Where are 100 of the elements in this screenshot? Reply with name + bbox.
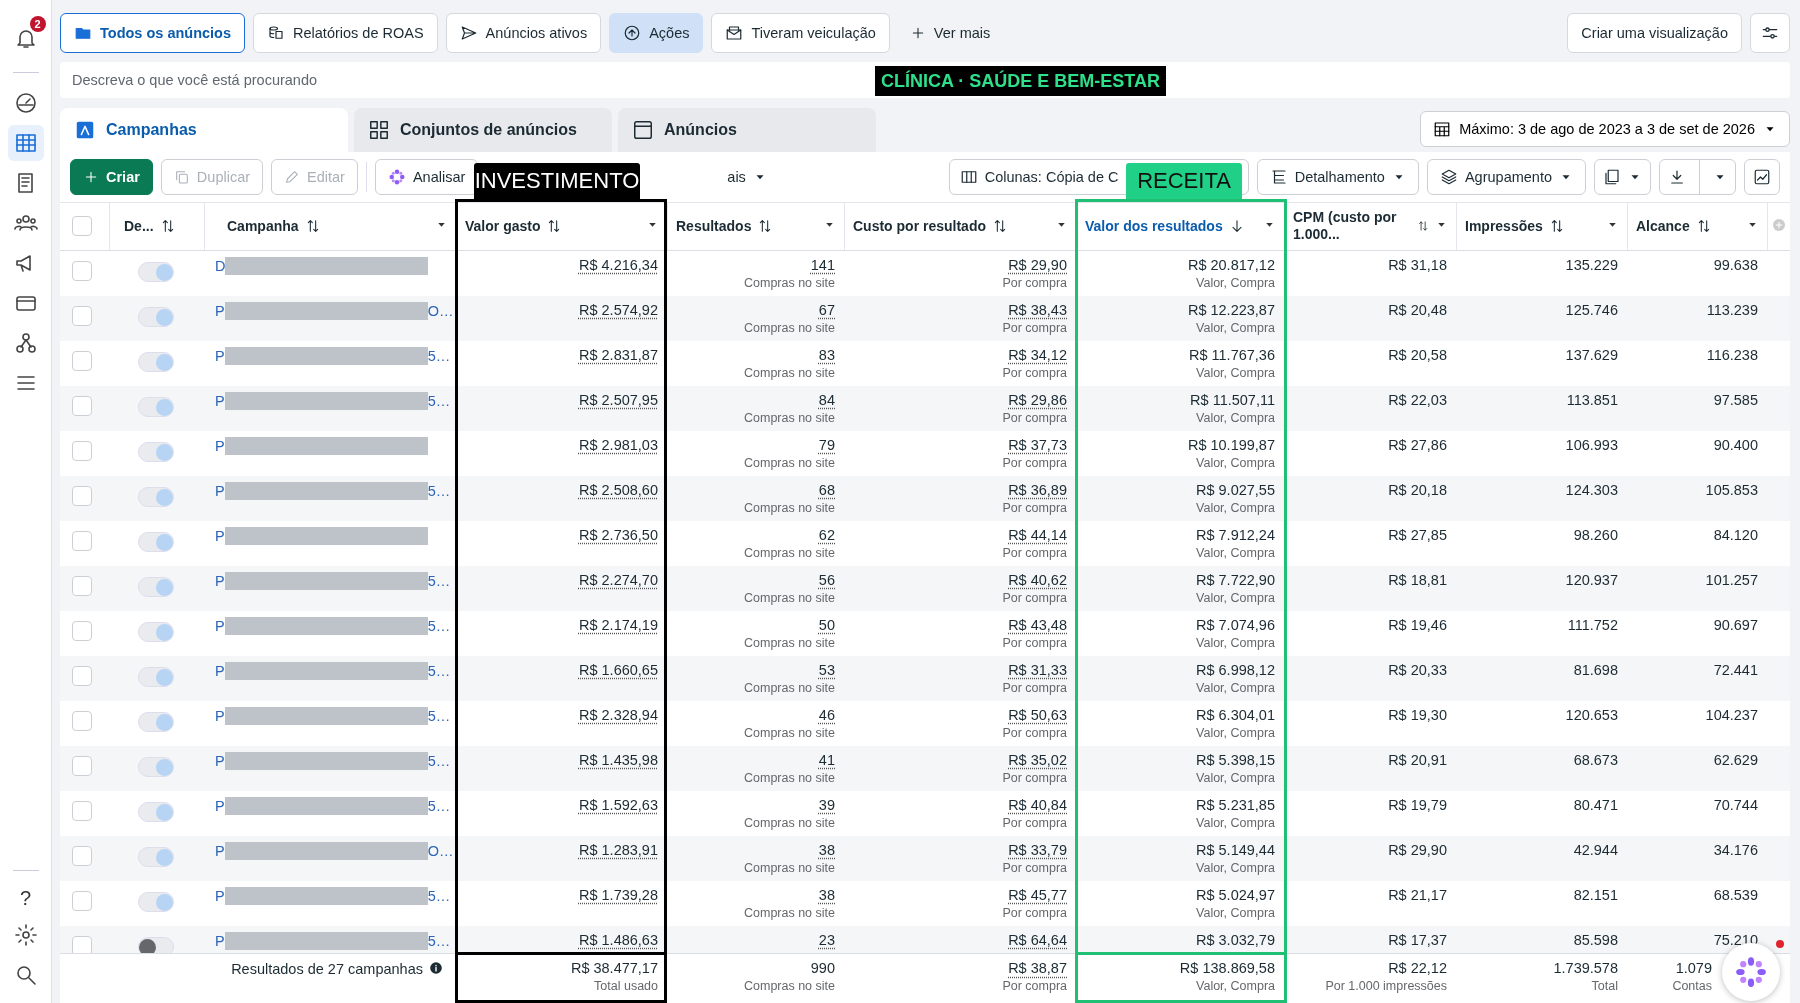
reach-count: 72.441	[1713, 660, 1758, 680]
campaign-link[interactable]: P	[215, 347, 225, 364]
view-tab[interactable]: Todos os anúncios	[60, 13, 246, 53]
results-value: R$ 6.304,01	[1196, 705, 1275, 725]
delivery-toggle[interactable]	[138, 306, 174, 327]
delivery-toggle[interactable]	[138, 756, 174, 777]
table-icon[interactable]	[13, 131, 38, 155]
amount-spent: R$ 1.435,98	[579, 750, 658, 770]
amount-spent: R$ 2.981,03	[579, 435, 658, 455]
add-column-icon[interactable]	[1771, 217, 1787, 233]
delivery-toggle[interactable]	[138, 531, 174, 552]
reach-count: 113.239	[1706, 300, 1758, 320]
amount-spent: R$ 2.507,95	[579, 390, 658, 410]
flower-icon	[387, 168, 406, 186]
impressions-count: 113.851	[1566, 390, 1618, 410]
select-all-checkbox[interactable]	[72, 216, 92, 237]
column-header[interactable]: Campanha	[205, 203, 457, 250]
create-view-button[interactable]: Criar uma visualização	[1567, 13, 1742, 53]
campaign-link[interactable]: D	[215, 257, 226, 274]
delivery-toggle[interactable]	[138, 396, 174, 417]
view-tab[interactable]: Relatórios de ROAS	[253, 13, 438, 53]
level-tab[interactable]: Anúncios	[618, 108, 876, 152]
campaign-link[interactable]: P	[215, 482, 225, 499]
delivery-toggle[interactable]	[138, 936, 174, 954]
amount-spent: R$ 2.736,50	[579, 525, 658, 545]
cost-per-result: R$ 40,84	[1008, 795, 1067, 815]
chart-button[interactable]	[1744, 159, 1780, 195]
breakdown-button[interactable]: Detalhamento	[1256, 159, 1419, 195]
delivery-toggle[interactable]	[138, 261, 174, 282]
pencil-icon	[284, 169, 301, 185]
campaign-link[interactable]: P	[215, 662, 225, 679]
results-count: 50	[818, 615, 835, 635]
row-checkbox[interactable]	[72, 575, 92, 596]
delivery-toggle[interactable]	[138, 441, 174, 462]
row-checkbox[interactable]	[72, 755, 92, 776]
date-range-button[interactable]: Máximo: 3 de ago de 2023 a 3 de set de 2026	[1420, 111, 1790, 147]
column-header[interactable]: Alcance	[1628, 203, 1768, 250]
column-header[interactable]: CPM (custo por 1.000...	[1285, 203, 1457, 250]
campaign-link[interactable]: P	[215, 842, 225, 859]
campaign-link[interactable]: P	[215, 392, 225, 409]
alert-dot	[1776, 940, 1784, 948]
row-checkbox[interactable]	[72, 260, 92, 281]
row-checkbox[interactable]	[72, 665, 92, 686]
delivery-toggle[interactable]	[138, 711, 174, 732]
row-checkbox[interactable]	[72, 530, 92, 551]
export-button[interactable]	[1659, 159, 1736, 195]
delivery-toggle[interactable]	[138, 891, 174, 912]
campaign-link[interactable]: P	[215, 887, 225, 904]
campaign-link[interactable]: P	[215, 932, 225, 949]
network-icon[interactable]	[13, 331, 38, 355]
level-tab[interactable]: Campanhas	[60, 108, 348, 152]
view-tab[interactable]: Ações	[609, 13, 704, 53]
row-checkbox[interactable]	[72, 485, 92, 506]
column-header[interactable]: De...	[110, 203, 205, 250]
cost-note: Por compra	[1002, 364, 1067, 382]
row-checkbox[interactable]	[72, 845, 92, 866]
delivery-toggle[interactable]	[138, 666, 174, 687]
row-checkbox[interactable]	[72, 395, 92, 416]
column-header[interactable]: Custo por resultado	[845, 203, 1077, 250]
row-checkbox[interactable]	[72, 800, 92, 821]
results-note: Compras no site	[744, 859, 835, 877]
toolbar-button[interactable]: Criar	[70, 159, 153, 195]
view-tab[interactable]: Tiveram veiculação	[711, 13, 890, 53]
row-checkbox[interactable]	[72, 890, 92, 911]
grouping-button[interactable]: Agrupamento	[1426, 159, 1586, 195]
column-header[interactable]: Resultados	[668, 203, 845, 250]
delivery-toggle[interactable]	[138, 801, 174, 822]
row-checkbox[interactable]	[72, 710, 92, 731]
delivery-toggle[interactable]	[138, 351, 174, 372]
delivery-toggle[interactable]	[138, 621, 174, 642]
value-note: Valor, Compra	[1196, 409, 1275, 427]
settings-button[interactable]	[1750, 13, 1790, 53]
row-checkbox[interactable]	[72, 305, 92, 326]
amount-spent: R$ 1.739,28	[579, 885, 658, 905]
help-link[interactable]: ?	[7, 883, 44, 913]
campaign-link[interactable]: P	[215, 437, 225, 454]
campaign-link[interactable]: P	[215, 302, 225, 319]
gauge-icon[interactable]	[13, 91, 38, 115]
campaign-link[interactable]: P	[215, 797, 225, 814]
row-checkbox[interactable]	[72, 350, 92, 371]
campaign-link[interactable]: P	[215, 617, 225, 634]
row-checkbox[interactable]	[72, 935, 92, 954]
row-checkbox[interactable]	[72, 440, 92, 461]
column-header[interactable]: Impressões	[1457, 203, 1628, 250]
delivery-toggle[interactable]	[138, 486, 174, 507]
level-tab[interactable]: Conjuntos de anúncios	[354, 108, 612, 152]
view-tab[interactable]: Anúncios ativos	[445, 13, 602, 53]
campaign-link[interactable]: P	[215, 707, 225, 724]
campaign-link[interactable]: P	[215, 527, 225, 544]
column-header[interactable]: Valor dos resultados	[1077, 203, 1285, 250]
delivery-toggle[interactable]	[138, 576, 174, 597]
row-checkbox[interactable]	[72, 620, 92, 641]
column-header[interactable]: Valor gasto	[457, 203, 668, 250]
campaign-link[interactable]: P	[215, 572, 225, 589]
report-button[interactable]	[1594, 159, 1651, 195]
more-views-button[interactable]: Ver mais	[897, 13, 1003, 53]
results-count: 38	[818, 840, 835, 860]
campaign-link[interactable]: P	[215, 752, 225, 769]
delivery-toggle[interactable]	[138, 846, 174, 867]
impressions-count: 135.229	[1565, 255, 1618, 275]
